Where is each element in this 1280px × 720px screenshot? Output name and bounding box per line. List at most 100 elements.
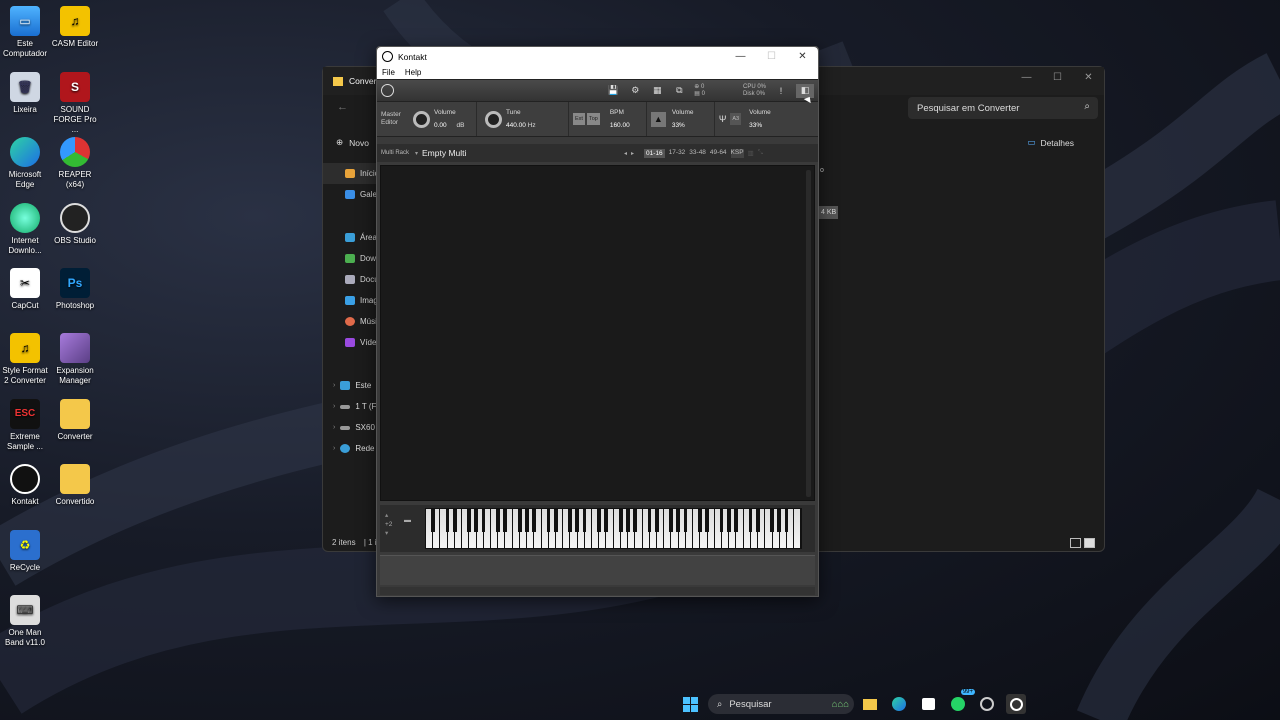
tuning-fork-icon[interactable]: Ψ xyxy=(719,114,727,124)
reference-volume-value[interactable]: 33% xyxy=(749,119,771,132)
rack-scrollbar[interactable] xyxy=(806,170,811,497)
desktop-icon-lixeira[interactable]: 🗑 Lixeira xyxy=(0,72,50,115)
aux-icon[interactable]: ▥ xyxy=(748,149,754,158)
black-key[interactable] xyxy=(431,508,435,532)
black-key[interactable] xyxy=(604,508,609,532)
taskbar-file-explorer[interactable] xyxy=(860,694,880,714)
black-key[interactable] xyxy=(582,508,587,532)
black-key[interactable] xyxy=(647,508,652,532)
taskbar-kontakt[interactable] xyxy=(1006,694,1026,714)
taskbar-search[interactable]: ⌕ Pesquisar ⌂⌂⌂ xyxy=(708,694,854,714)
reference-tone-button[interactable]: A3 xyxy=(730,113,742,125)
desktop-icon-sound-forge[interactable]: S SOUND FORGE Pro ... xyxy=(50,72,100,135)
desktop-icon-convertido[interactable]: Convertido xyxy=(50,464,100,507)
save-icon[interactable]: 💾 xyxy=(606,84,620,98)
black-key[interactable] xyxy=(524,508,529,532)
nav-item-area-de-trabalho[interactable]: Área xyxy=(323,227,379,248)
black-key[interactable] xyxy=(705,508,710,532)
modulation-wheel[interactable]: ▬ xyxy=(404,517,411,524)
nav-item-downloads[interactable]: Downl xyxy=(323,248,379,269)
black-key[interactable] xyxy=(546,508,551,532)
black-key[interactable] xyxy=(633,508,637,532)
nav-item-sx60[interactable]: › SX60 xyxy=(323,417,379,438)
black-key[interactable] xyxy=(575,508,580,532)
black-key[interactable] xyxy=(719,508,724,532)
previous-arrow-icon[interactable]: ◂ xyxy=(624,150,627,157)
desktop-icon-photoshop[interactable]: Ps Photoshop xyxy=(50,268,100,311)
tab-17-32[interactable]: 17-32 xyxy=(669,149,686,158)
details-button[interactable]: ▭ Detalhes xyxy=(1027,137,1074,148)
black-key[interactable] xyxy=(503,508,508,532)
desktop-icon-style-format[interactable]: ♫ Style Format 2 Converter xyxy=(0,333,50,386)
close-icon[interactable]: ✕ xyxy=(1073,67,1104,87)
multi-rack-area[interactable] xyxy=(380,165,815,501)
desktop-icon-recycle[interactable]: ♻ ReCycle xyxy=(0,530,50,573)
kontakt-browser-icon[interactable] xyxy=(381,84,394,97)
black-key[interactable] xyxy=(784,508,789,532)
tune-knob[interactable] xyxy=(485,110,502,128)
desktop-icon-edge[interactable]: Microsoft Edge xyxy=(0,137,50,190)
nav-item-imagens[interactable]: Imag xyxy=(323,290,379,311)
black-key[interactable] xyxy=(517,508,522,532)
metronome-volume-value[interactable]: 33% xyxy=(672,119,710,132)
taskbar-whatsapp[interactable]: 99+ xyxy=(948,689,975,714)
tab-49-64[interactable]: 49-64 xyxy=(710,149,727,158)
nav-item-videos[interactable]: Vídeo xyxy=(323,332,379,353)
taskbar-store[interactable] xyxy=(918,694,938,714)
nav-item-rede[interactable]: › Rede xyxy=(323,438,379,459)
nav-item-documentos[interactable]: Docu xyxy=(323,269,379,290)
close-icon[interactable]: ✕ xyxy=(787,51,818,62)
minimize-icon[interactable]: — xyxy=(1011,67,1042,87)
black-key[interactable] xyxy=(625,508,630,532)
tab-ksp[interactable]: KSP xyxy=(730,148,744,158)
desktop-icon-converter[interactable]: Converter xyxy=(50,399,100,442)
master-volume-knob[interactable] xyxy=(413,110,430,128)
collapse-icon[interactable]: ⤡ xyxy=(758,149,763,158)
warning-icon[interactable]: ! xyxy=(774,84,788,98)
dropdown-arrow-icon[interactable]: ▾ xyxy=(415,150,418,157)
resize-icon[interactable]: ⧉ xyxy=(672,84,686,98)
black-key[interactable] xyxy=(618,508,623,532)
tap-tempo-button[interactable]: Top xyxy=(586,113,600,125)
menu-file[interactable]: File xyxy=(382,68,395,77)
black-key[interactable] xyxy=(683,508,688,532)
menu-help[interactable]: Help xyxy=(405,68,421,77)
gear-icon[interactable]: ⚙ xyxy=(628,84,642,98)
desktop-icon-internet-download[interactable]: Internet Downlo... xyxy=(0,203,50,256)
desktop-icon-capcut[interactable]: ✂ CapCut xyxy=(0,268,50,311)
black-key[interactable] xyxy=(474,508,479,532)
layout-icon[interactable]: ▦ xyxy=(650,84,664,98)
desktop-icon-reaper[interactable]: REAPER (x64) xyxy=(50,137,100,190)
minimize-icon[interactable]: — xyxy=(725,51,756,62)
desktop-icon-casm-editor[interactable]: ♫ CASM Editor xyxy=(50,6,100,49)
explorer-tab-title[interactable]: Conver xyxy=(349,76,376,86)
black-key[interactable] xyxy=(777,508,782,532)
black-key[interactable] xyxy=(770,508,774,532)
nav-item-galeria[interactable]: Galeria xyxy=(323,184,379,205)
black-key[interactable] xyxy=(481,508,486,532)
black-key[interactable] xyxy=(445,508,450,532)
black-key[interactable] xyxy=(748,508,753,532)
black-key[interactable] xyxy=(496,508,500,532)
new-button[interactable]: ⊕ Novo xyxy=(336,137,369,148)
black-key[interactable] xyxy=(597,508,601,532)
desktop-icon-obs[interactable]: OBS Studio xyxy=(50,203,100,246)
details-view-icon[interactable] xyxy=(1070,538,1081,548)
multi-name[interactable]: Empty Multi xyxy=(422,148,620,158)
black-key[interactable] xyxy=(726,508,731,532)
tab-33-48[interactable]: 33-48 xyxy=(689,149,706,158)
desktop-icon-expansion-manager[interactable]: Expansion Manager xyxy=(50,333,100,386)
black-key[interactable] xyxy=(654,508,659,532)
black-key[interactable] xyxy=(452,508,457,532)
taskbar-app[interactable] xyxy=(977,694,997,714)
ext-sync-button[interactable]: Ext xyxy=(573,113,585,125)
desktop-icon-kontakt[interactable]: Kontakt xyxy=(0,464,50,507)
nav-item-este-computador[interactable]: › Este xyxy=(323,375,379,396)
kontakt-window[interactable]: Kontakt — ☐ ✕ File Help 💾 ⚙ ▦ ⧉ ⊕ 0 ▤ 0 C… xyxy=(376,46,819,597)
black-key[interactable] xyxy=(698,508,702,532)
desktop-icon-extreme-sample[interactable]: ESC Extreme Sample ... xyxy=(0,399,50,452)
piano-keyboard[interactable] xyxy=(425,508,802,549)
black-key[interactable] xyxy=(553,508,558,532)
explorer-search-input[interactable]: Pesquisar em Converter ⌕ xyxy=(908,97,1098,119)
nav-item-inicio[interactable]: Início xyxy=(323,163,379,184)
